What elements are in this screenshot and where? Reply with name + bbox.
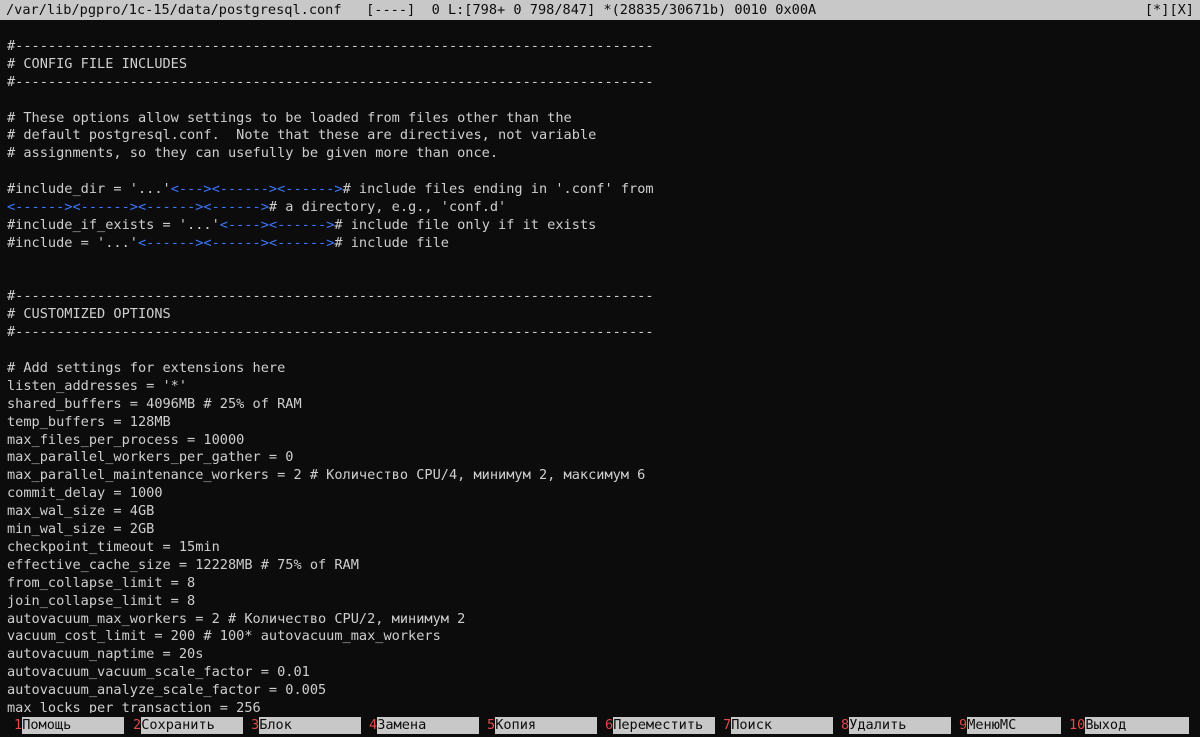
- fkey-number: 1: [14, 717, 23, 733]
- editor-line: max_parallel_maintenance_workers = 2 # К…: [7, 467, 646, 484]
- fkey-label: МенюMC: [967, 717, 1062, 734]
- editor-line: shared_buffers = 4096MB # 25% of RAM: [7, 395, 302, 412]
- line-segment: #include_dir = '...': [7, 181, 171, 198]
- close-button[interactable]: [X]: [1169, 0, 1194, 20]
- editor-line: autovacuum_naptime = 20s: [7, 646, 204, 663]
- editor-line: autovacuum_max_workers = 2 # Количество …: [7, 610, 466, 627]
- editor-line: #include_dir = '...'<---><------><------…: [7, 181, 1200, 199]
- fkey-label: Удалить: [849, 717, 952, 734]
- fkey-label: Помощь: [22, 717, 125, 734]
- fkey-number: 8: [841, 717, 850, 733]
- editor-line: #---------------------------------------…: [7, 73, 654, 90]
- fkey-number: 7: [723, 717, 732, 733]
- editor-line: max_files_per_process = 10000: [7, 431, 245, 448]
- editor-line: autovacuum_analyze_scale_factor = 0.005: [7, 682, 327, 699]
- tab-marker: <------><------><------><------>: [7, 199, 269, 216]
- fkey-number: 6: [605, 717, 614, 733]
- line-segment: # include file only if it exists: [334, 216, 597, 233]
- fkey-number: 3: [251, 717, 260, 733]
- editor-line: listen_addresses = '*': [7, 377, 188, 394]
- editor-line: # Add settings for extensions here: [7, 360, 286, 377]
- fkey-number: 5: [487, 717, 496, 733]
- fkey-помощь[interactable]: 1Помощь: [14, 717, 125, 734]
- file-status: /var/lib/pgpro/1c-15/data/postgresql.con…: [6, 2, 817, 18]
- editor-line: #include_if_exists = '...'<----><------>…: [7, 217, 1200, 235]
- editor-line: commit_delay = 1000: [7, 485, 163, 502]
- fkey-label: Выход: [1085, 717, 1190, 734]
- fkey-number: 4: [369, 717, 378, 733]
- fkey-удалить[interactable]: 8Удалить: [841, 717, 952, 734]
- line-segment: # include file: [334, 234, 449, 251]
- editor-line: max_parallel_workers_per_gather = 0: [7, 449, 294, 466]
- fkey-label: Копия: [495, 717, 598, 734]
- editor-line: # CUSTOMIZED OPTIONS: [7, 306, 171, 323]
- fkey-менюmc[interactable]: 9МенюMC: [959, 717, 1062, 734]
- editor-line: max_wal_size = 4GB: [7, 503, 155, 520]
- editor-line: #---------------------------------------…: [7, 324, 654, 341]
- function-key-bar: 1Помощь 2Сохранить 3Блок 4Замена 5Копия 6Пере…: [0, 713, 1200, 737]
- editor-text-area[interactable]: #---------------------------------------…: [7, 38, 1200, 713]
- fkey-label: Переместить: [613, 717, 716, 734]
- fkey-label: Поиск: [731, 717, 834, 734]
- modified-indicator: [*]: [1144, 2, 1170, 18]
- editor-line: #---------------------------------------…: [7, 38, 654, 54]
- editor-line: autovacuum_vacuum_scale_factor = 0.01: [7, 664, 310, 681]
- status-bar: /var/lib/pgpro/1c-15/data/postgresql.con…: [0, 0, 1200, 20]
- editor-line: # These options allow settings to be loa…: [7, 109, 572, 126]
- fkey-number: 9: [959, 717, 968, 733]
- tab-marker: <----><------>: [219, 216, 335, 233]
- editor-line: effective_cache_size = 12228MB # 75% of …: [7, 556, 359, 573]
- line-segment: # a directory, e.g., 'conf.d': [268, 199, 507, 216]
- editor-line: from_collapse_limit = 8: [7, 574, 196, 591]
- fkey-сохранить[interactable]: 2Сохранить: [133, 717, 244, 734]
- tab-marker: <------><------><------>: [137, 234, 335, 251]
- line-segment: #include_if_exists = '...': [7, 216, 220, 233]
- editor-line: join_collapse_limit = 8: [7, 592, 196, 609]
- window-controls: [*] [X]: [1145, 0, 1200, 20]
- fkey-замена[interactable]: 4Замена: [369, 717, 480, 734]
- editor-line: min_wal_size = 2GB: [7, 521, 155, 538]
- editor-line: #---------------------------------------…: [7, 288, 654, 305]
- fkey-number: 2: [133, 717, 142, 733]
- editor-line: #include = '...'<------><------><------>…: [7, 235, 1200, 253]
- line-segment: #include = '...': [7, 234, 138, 251]
- fkey-копия[interactable]: 5Копия: [487, 717, 598, 734]
- editor-line: vacuum_cost_limit = 200 # 100* autovacuu…: [7, 628, 441, 645]
- fkey-number: 10: [1069, 717, 1086, 733]
- editor-line: temp_buffers = 128MB: [7, 413, 171, 430]
- editor-line: # default postgresql.conf. Note that the…: [7, 127, 597, 144]
- editor-line: max_locks_per_transaction = 256: [7, 699, 261, 713]
- editor-line: checkpoint_timeout = 15min: [7, 538, 220, 555]
- fkey-блок[interactable]: 3Блок: [251, 717, 362, 734]
- tab-marker: <---><------><------>: [170, 181, 343, 198]
- editor-line: <------><------><------><------># a dire…: [7, 199, 1200, 217]
- fkey-поиск[interactable]: 7Поиск: [723, 717, 834, 734]
- fkey-выход[interactable]: 10Выход: [1069, 717, 1190, 734]
- fkey-переместить[interactable]: 6Переместить: [605, 717, 716, 734]
- editor-line: # CONFIG FILE INCLUDES: [7, 55, 188, 72]
- fkey-label: Сохранить: [141, 717, 244, 734]
- line-segment: # include files ending in '.conf' from: [342, 181, 654, 198]
- fkey-label: Блок: [259, 717, 362, 734]
- editor-line: # assignments, so they can usefully be g…: [7, 145, 499, 162]
- fkey-label: Замена: [377, 717, 480, 734]
